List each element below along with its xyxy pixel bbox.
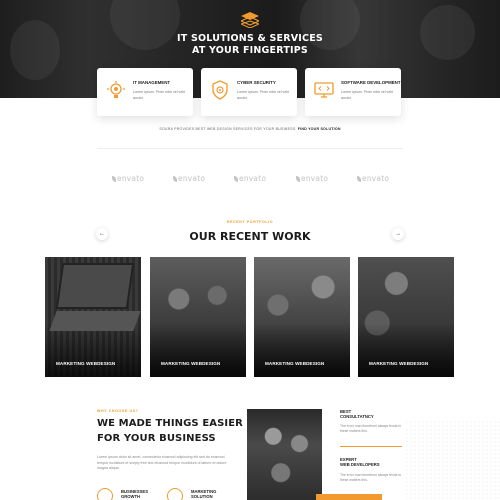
portfolio-item[interactable]: MARKETING WEBDESIGN <box>358 257 454 377</box>
work-title: OUR RECENT WORK <box>189 230 311 243</box>
side-item-desc: The error man therefrom always fends in … <box>340 424 402 433</box>
next-arrow-button[interactable]: → <box>392 228 404 240</box>
dot-pattern <box>405 420 500 500</box>
why-title-line2: FOR YOUR BUSINESS <box>97 433 216 444</box>
service-title: IT MANAGEMENT <box>133 80 171 85</box>
service-desc: Lorem ipsum. Proin nibh vel velit auctor <box>341 90 393 100</box>
laptop-keyboard <box>49 311 141 331</box>
laptop-screen <box>55 263 135 309</box>
brand-logo: envato <box>112 174 144 183</box>
portfolio-label: MARKETING WEBDESIGN <box>369 361 429 366</box>
side-item-desc: The error man therefrom always fends in … <box>340 473 402 482</box>
portfolio-photo <box>254 257 350 377</box>
portfolio-photo <box>150 257 246 377</box>
gear-bulb-icon <box>107 81 125 98</box>
portfolio-item[interactable]: MARKETING WEBDESIGN <box>254 257 350 377</box>
work-eyebrow: RECENT PORTFOLIO <box>226 220 274 224</box>
service-desc: Lorem ipsum. Proin nibh vel velit auctor <box>133 90 185 100</box>
prev-arrow-button[interactable]: ← <box>96 228 108 240</box>
tagline: SOURA PROVIDES BEST WEB DESIGN SERVICES … <box>0 127 500 131</box>
leaf-icon <box>112 176 116 182</box>
portfolio-item[interactable]: MARKETING WEBDESIGN <box>45 257 141 377</box>
portfolio-label: MARKETING WEBDESIGN <box>56 361 116 366</box>
leaf-icon <box>296 176 300 182</box>
brand-logo: envato <box>234 174 266 183</box>
tagline-text: SOURA PROVIDES BEST WEB DESIGN SERVICES … <box>159 127 297 131</box>
service-desc: Lorem ipsum. Proin nibh vel velit auctor <box>237 90 289 100</box>
side-divider <box>340 446 402 447</box>
brand-logos: envato envato envato envato envato <box>0 174 500 184</box>
portfolio-photo <box>358 257 454 377</box>
marketing-icon <box>167 488 183 500</box>
growth-icon <box>97 488 113 500</box>
monitor-code-icon <box>314 82 334 98</box>
why-body: Lorem ipsum dolor sit amet, consectetur … <box>97 455 227 470</box>
service-card-cyber-security[interactable]: CYBER SECURITY Lorem ipsum. Proin nibh v… <box>201 68 297 116</box>
team-photo <box>247 409 322 500</box>
brand-logo: envato <box>296 174 328 183</box>
leaf-icon <box>357 176 361 182</box>
service-title: SOFTWARE DEVELOPMENT <box>341 80 401 85</box>
side-item-title: EXPERT WEB DEVELOPERS <box>340 457 380 467</box>
service-title: CYBER SECURITY <box>237 80 276 85</box>
side-item-title: BEST CONSULTATNCY <box>340 409 374 419</box>
service-card-it-management[interactable]: IT MANAGEMENT Lorem ipsum. Proin nibh ve… <box>97 68 193 116</box>
brand-logo-icon <box>241 12 259 28</box>
portfolio-item[interactable]: MARKETING WEBDESIGN <box>150 257 246 377</box>
portfolio-label: MARKETING WEBDESIGN <box>161 361 221 366</box>
shield-gear-icon <box>212 80 228 100</box>
find-solution-link[interactable]: FIND YOUR SOLUTION <box>298 127 341 131</box>
brand-logo: envato <box>357 174 389 183</box>
divider <box>97 148 403 149</box>
service-card-software-development[interactable]: SOFTWARE DEVELOPMENT Lorem ipsum. Proin … <box>305 68 401 116</box>
leaf-icon <box>234 176 238 182</box>
portfolio-label: MARKETING WEBDESIGN <box>265 361 325 366</box>
brand-logo: envato <box>173 174 205 183</box>
accent-bar <box>316 494 382 500</box>
leaf-icon <box>173 176 177 182</box>
hero-title-line2: AT YOUR FINGERTIPS <box>192 45 308 56</box>
why-title-line1: WE MADE THINGS EASIER <box>97 418 243 429</box>
why-eyebrow: WHY CHOOSE US? <box>97 409 139 413</box>
